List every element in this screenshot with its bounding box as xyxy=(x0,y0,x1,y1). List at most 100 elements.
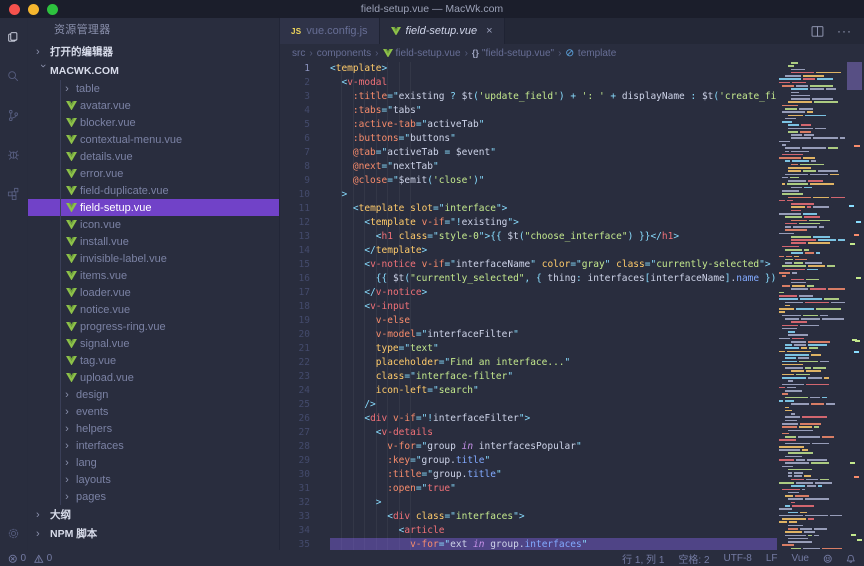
tab-field-setup-vue[interactable]: field-setup.vue× xyxy=(380,18,505,44)
line-number[interactable]: 28 xyxy=(280,440,310,454)
more-actions-icon[interactable]: ··· xyxy=(837,24,852,38)
tree-item-helpers[interactable]: ›helpers xyxy=(28,420,279,437)
tree-item-events[interactable]: ›events xyxy=(28,403,279,420)
tree-item-progress-ring-vue[interactable]: progress-ring.vue xyxy=(28,318,279,335)
manage-gear-icon[interactable] xyxy=(3,522,25,544)
code-line-1[interactable]: 1<template> xyxy=(280,62,777,76)
encoding-setting[interactable]: UTF-8 xyxy=(724,553,752,564)
tree-item-icon-vue[interactable]: icon.vue xyxy=(28,216,279,233)
code-line-33[interactable]: 33 <div class="interfaces"> xyxy=(280,510,777,524)
code-line-9[interactable]: 9 @close="$emit('close')" xyxy=(280,174,777,188)
line-number[interactable]: 22 xyxy=(280,356,310,370)
code-line-32[interactable]: 32 > xyxy=(280,496,777,510)
close-icon[interactable]: × xyxy=(486,25,492,37)
line-number[interactable]: 26 xyxy=(280,412,310,426)
line-number[interactable]: 4 xyxy=(280,104,310,118)
breadcrumb-item-5[interactable]: template xyxy=(565,48,616,59)
minimap[interactable] xyxy=(777,62,845,550)
split-editor-icon[interactable] xyxy=(810,24,825,39)
line-number[interactable]: 14 xyxy=(280,244,310,258)
tree-item-invisible-label-vue[interactable]: invisible-label.vue xyxy=(28,250,279,267)
tree-item-table[interactable]: ›table xyxy=(28,80,279,97)
line-number[interactable]: 32 xyxy=(280,496,310,510)
scrollbar-thumb[interactable] xyxy=(847,62,862,90)
tree-item-pages[interactable]: ›pages xyxy=(28,488,279,505)
line-number[interactable]: 24 xyxy=(280,384,310,398)
tree-item-notice-vue[interactable]: notice.vue xyxy=(28,301,279,318)
breadcrumb-item-4[interactable]: {}"field-setup.vue" xyxy=(472,48,554,59)
eol-setting[interactable]: LF xyxy=(766,553,778,564)
line-number[interactable]: 25 xyxy=(280,398,310,412)
explorer-icon[interactable] xyxy=(3,26,25,48)
code-line-30[interactable]: 30 :title="group.title" xyxy=(280,468,777,482)
line-number[interactable]: 34 xyxy=(280,524,310,538)
tree-item-contextual-menu-vue[interactable]: contextual-menu.vue xyxy=(28,131,279,148)
code-line-22[interactable]: 22 placeholder="Find an interface..." xyxy=(280,356,777,370)
code-line-23[interactable]: 23 class="interface-filter" xyxy=(280,370,777,384)
warnings-indicator[interactable]: 0 xyxy=(34,553,52,564)
code-line-20[interactable]: 20 v-model="interfaceFilter" xyxy=(280,328,777,342)
tree-item-error-vue[interactable]: error.vue xyxy=(28,165,279,182)
language-mode[interactable]: Vue xyxy=(792,553,809,564)
line-number[interactable]: 5 xyxy=(280,118,310,132)
search-icon[interactable] xyxy=(3,65,25,87)
minimize-window-button[interactable] xyxy=(28,4,39,15)
code-line-17[interactable]: 17 </v-notice> xyxy=(280,286,777,300)
code-line-10[interactable]: 10 > xyxy=(280,188,777,202)
tree-item-loader-vue[interactable]: loader.vue xyxy=(28,284,279,301)
open-editors-section[interactable]: › 打开的编辑器 xyxy=(28,42,279,61)
tree-item-upload-vue[interactable]: upload.vue xyxy=(28,369,279,386)
line-number[interactable]: 8 xyxy=(280,160,310,174)
line-number[interactable]: 9 xyxy=(280,174,310,188)
code-line-19[interactable]: 19 v-else xyxy=(280,314,777,328)
code-line-3[interactable]: 3 :title="existing ? $t('update_field') … xyxy=(280,90,777,104)
code-line-18[interactable]: 18 <v-input xyxy=(280,300,777,314)
breadcrumb-item-1[interactable]: src xyxy=(292,48,305,59)
line-number[interactable]: 31 xyxy=(280,482,310,496)
code-line-15[interactable]: 15 <v-notice v-if="interfaceName" color=… xyxy=(280,258,777,272)
code-line-29[interactable]: 29 :key="group.title" xyxy=(280,454,777,468)
errors-indicator[interactable]: 0 xyxy=(8,553,26,564)
line-number[interactable]: 1 xyxy=(280,62,310,76)
tree-item-blocker-vue[interactable]: blocker.vue xyxy=(28,114,279,131)
npm-scripts-section[interactable]: › NPM 脚本 xyxy=(28,524,279,543)
code-line-16[interactable]: 16 {{ $t("currently_selected", { thing: … xyxy=(280,272,777,286)
line-number[interactable]: 16 xyxy=(280,272,310,286)
line-number[interactable]: 21 xyxy=(280,342,310,356)
code-line-7[interactable]: 7 @tab="activeTab = $event" xyxy=(280,146,777,160)
code-line-13[interactable]: 13 <h1 class="style-0">{{ $t("choose_int… xyxy=(280,230,777,244)
code-line-2[interactable]: 2 <v-modal xyxy=(280,76,777,90)
code-line-12[interactable]: 12 <template v-if="!existing"> xyxy=(280,216,777,230)
line-number[interactable]: 33 xyxy=(280,510,310,524)
tree-item-layouts[interactable]: ›layouts xyxy=(28,471,279,488)
cursor-position[interactable]: 行 1, 列 1 xyxy=(622,551,664,566)
code-line-11[interactable]: 11 <template slot="interface"> xyxy=(280,202,777,216)
code-line-35[interactable]: 35 v-for="ext in group.interfaces" xyxy=(280,538,777,550)
line-number[interactable]: 7 xyxy=(280,146,310,160)
tree-item-items-vue[interactable]: items.vue xyxy=(28,267,279,284)
tree-item-interfaces[interactable]: ›interfaces xyxy=(28,437,279,454)
breadcrumb-item-2[interactable]: components xyxy=(317,48,371,59)
editor-scrollbar[interactable] xyxy=(845,62,864,550)
tree-item-details-vue[interactable]: details.vue xyxy=(28,148,279,165)
line-number[interactable]: 23 xyxy=(280,370,310,384)
tree-item-signal-vue[interactable]: signal.vue xyxy=(28,335,279,352)
line-number[interactable]: 19 xyxy=(280,314,310,328)
code-line-4[interactable]: 4 :tabs="tabs" xyxy=(280,104,777,118)
code-line-6[interactable]: 6 :buttons="buttons" xyxy=(280,132,777,146)
tree-item-lang[interactable]: ›lang xyxy=(28,454,279,471)
line-number[interactable]: 2 xyxy=(280,76,310,90)
code-line-31[interactable]: 31 :open="true" xyxy=(280,482,777,496)
line-number[interactable]: 15 xyxy=(280,258,310,272)
code-editor[interactable]: 1<template>2 <v-modal3 :title="existing … xyxy=(280,62,864,550)
close-window-button[interactable] xyxy=(9,4,20,15)
code-line-24[interactable]: 24 icon-left="search" xyxy=(280,384,777,398)
tree-item-avatar-vue[interactable]: avatar.vue xyxy=(28,97,279,114)
tree-item-design[interactable]: ›design xyxy=(28,386,279,403)
code-line-34[interactable]: 34 <article xyxy=(280,524,777,538)
feedback-smiley-icon[interactable] xyxy=(823,554,833,564)
code-line-5[interactable]: 5 :active-tab="activeTab" xyxy=(280,118,777,132)
code-content[interactable]: 1<template>2 <v-modal3 :title="existing … xyxy=(280,62,777,550)
line-number[interactable]: 3 xyxy=(280,90,310,104)
line-number[interactable]: 20 xyxy=(280,328,310,342)
